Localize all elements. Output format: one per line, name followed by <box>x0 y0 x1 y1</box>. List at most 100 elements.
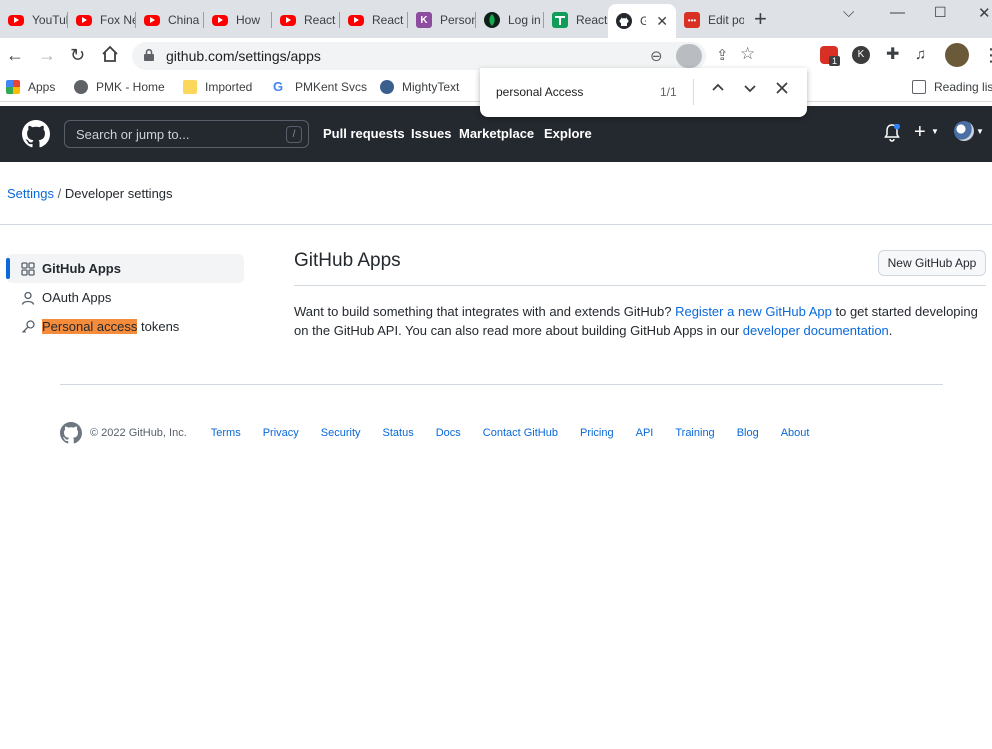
nav-issues[interactable]: Issues <box>411 126 451 141</box>
find-close-icon[interactable] <box>776 81 788 98</box>
avatar-chevron-down-icon[interactable]: ▼ <box>976 127 984 136</box>
browser-tab[interactable]: React <box>272 6 340 34</box>
footer-link-contact[interactable]: Contact GitHub <box>483 427 558 439</box>
nav-pull-requests[interactable]: Pull requests <box>323 126 405 141</box>
browser-tab[interactable]: React <box>340 6 408 34</box>
footer-link-security[interactable]: Security <box>321 427 361 439</box>
folder-icon <box>183 80 197 94</box>
developer-docs-link[interactable]: developer documentation <box>743 323 889 338</box>
youtube-icon <box>280 14 296 26</box>
footer-link-privacy[interactable]: Privacy <box>263 427 299 439</box>
sidebar-item-github-apps[interactable]: GitHub Apps <box>6 254 244 283</box>
footer-link-blog[interactable]: Blog <box>737 427 759 439</box>
footer-copyright: © 2022 GitHub, Inc. <box>90 427 187 439</box>
media-control-icon[interactable]: ♫ <box>915 45 926 65</box>
key-icon <box>20 319 36 335</box>
new-tab-button[interactable]: + <box>754 8 767 30</box>
footer-link-docs[interactable]: Docs <box>436 427 461 439</box>
github-logo-icon[interactable] <box>22 120 50 148</box>
footer-link-terms[interactable]: Terms <box>211 427 241 439</box>
youtube-icon <box>212 14 228 26</box>
globe-icon <box>74 80 88 94</box>
youtube-icon <box>348 14 364 26</box>
footer-link-training[interactable]: Training <box>675 427 714 439</box>
find-match-count: 1/1 <box>660 85 677 99</box>
k-extension-icon[interactable]: K <box>852 46 870 64</box>
minimize-button[interactable]: — <box>890 4 905 21</box>
back-button[interactable]: ← <box>6 45 24 65</box>
github-icon <box>616 13 632 29</box>
register-app-link[interactable]: Register a new GitHub App <box>675 304 832 319</box>
reading-list[interactable]: Reading list <box>912 80 992 94</box>
browser-tab[interactable]: K Personal <box>408 6 476 34</box>
breadcrumb: Settings / Developer settings <box>7 186 173 201</box>
reading-list-icon <box>912 80 926 94</box>
footer-link-about[interactable]: About <box>781 427 810 439</box>
forward-button[interactable]: → <box>38 45 56 65</box>
address-bar[interactable]: github.com/settings/apps ⊖ ⇪ ☆ <box>132 42 755 70</box>
browser-tab[interactable]: Fox News <box>68 6 136 34</box>
browser-tab[interactable]: China <box>136 6 204 34</box>
sidebar-item-label: OAuth Apps <box>42 290 112 305</box>
bookmark-pmkent-svcs[interactable]: G PMKent Svcs <box>273 80 367 95</box>
chevron-down-icon[interactable]: ▼ <box>931 127 939 136</box>
sheets-icon <box>552 12 568 28</box>
find-input[interactable]: personal Access <box>496 85 583 99</box>
find-in-page-bar: personal Access 1/1 <box>480 68 807 117</box>
breadcrumb-current: Developer settings <box>64 186 173 201</box>
youtube-icon <box>76 14 92 26</box>
url-text: github.com/settings/apps <box>166 48 321 64</box>
zoom-icon[interactable]: ⊖ <box>650 47 663 65</box>
youtube-icon <box>8 14 24 26</box>
search-shortcut-key: / <box>286 126 302 143</box>
extension-badge: 1 <box>829 56 841 66</box>
apps-grid-icon <box>6 80 20 94</box>
sidebar-item-label: tokens <box>137 319 180 334</box>
find-previous-chevron-up-icon[interactable] <box>712 81 724 98</box>
page-title: GitHub Apps <box>294 250 401 271</box>
profile-avatar[interactable] <box>945 43 969 67</box>
leaf-icon <box>484 12 500 28</box>
browser-tab[interactable]: How <box>204 6 272 34</box>
find-in-page-icon[interactable] <box>676 44 702 68</box>
youtube-icon <box>144 14 160 26</box>
find-divider <box>693 79 694 105</box>
header-divider <box>0 224 992 225</box>
nav-marketplace[interactable]: Marketplace <box>459 126 534 141</box>
sidebar-item-oauth-apps[interactable]: OAuth Apps <box>6 283 244 312</box>
breadcrumb-settings-link[interactable]: Settings <box>7 186 54 201</box>
github-footer-logo-icon[interactable] <box>60 422 82 444</box>
browser-tab[interactable]: ••• Edit post <box>676 6 744 34</box>
footer-link-api[interactable]: API <box>636 427 654 439</box>
browser-tab[interactable]: YouTube <box>0 6 68 34</box>
notifications-bell-icon[interactable] <box>884 123 900 145</box>
browser-tab-active[interactable]: GitHub ✕ <box>608 4 676 38</box>
user-avatar[interactable] <box>954 121 974 141</box>
star-bookmark-icon[interactable]: ☆ <box>740 44 755 64</box>
reload-button[interactable]: ↻ <box>70 45 85 65</box>
new-github-app-button[interactable]: New GitHub App <box>878 250 986 276</box>
sidebar-item-personal-access-tokens[interactable]: Personal access tokens <box>6 312 244 341</box>
bookmark-imported[interactable]: Imported <box>183 80 252 94</box>
bookmark-pmk-home[interactable]: PMK - Home <box>74 80 165 94</box>
search-input[interactable]: Search or jump to... / <box>64 120 309 148</box>
browser-tab[interactable]: React <box>544 6 608 34</box>
find-next-chevron-down-icon[interactable] <box>744 81 756 98</box>
close-window-button[interactable]: ✕ <box>978 4 991 22</box>
browser-tab[interactable]: Log in <box>476 6 544 34</box>
maximize-button[interactable]: ☐ <box>934 4 947 21</box>
nav-explore[interactable]: Explore <box>544 126 592 141</box>
tab-search-chevron-icon[interactable]: ⌵ <box>843 4 854 21</box>
footer-link-status[interactable]: Status <box>383 427 414 439</box>
close-tab-icon[interactable]: ✕ <box>656 13 668 30</box>
chrome-menu-icon[interactable]: ⋮ <box>982 45 992 65</box>
footer-link-pricing[interactable]: Pricing <box>580 427 614 439</box>
developer-settings-sidebar: GitHub Apps OAuth Apps Personal access t… <box>6 254 244 341</box>
puzzle-extensions-icon[interactable]: ✚ <box>886 45 899 65</box>
apps-grid-icon <box>20 261 36 277</box>
create-new-plus-icon[interactable]: + <box>914 121 926 144</box>
bookmark-mightytext[interactable]: MightyText <box>380 80 459 94</box>
home-button[interactable] <box>101 45 119 67</box>
share-icon[interactable]: ⇪ <box>716 46 729 64</box>
bookmark-apps[interactable]: Apps <box>6 80 55 94</box>
